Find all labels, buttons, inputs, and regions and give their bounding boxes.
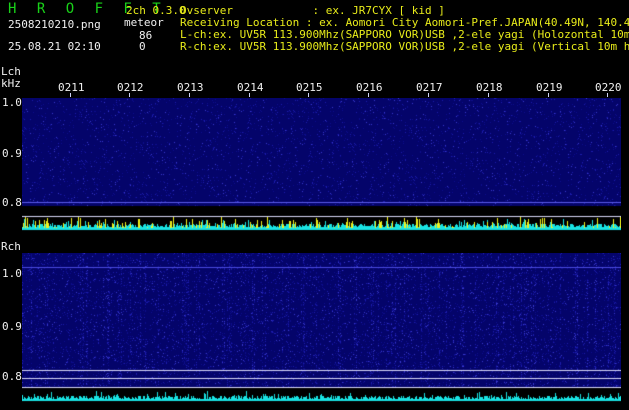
app-version: 2ch 0.3.0 (126, 4, 186, 17)
lch-spectrogram-canvas (22, 98, 621, 231)
observer-line: Ovserver : ex. JR7CYX [ kid ] (180, 4, 445, 17)
time-tick: 0220 (595, 81, 622, 94)
time-tick: 0216 (356, 81, 383, 94)
lch-label: Lch (1, 65, 21, 78)
khz-label: kHz (1, 77, 21, 90)
lch-freq-tick: 1.0 (2, 96, 22, 109)
time-tick: 0219 (536, 81, 563, 94)
time-tick-mark (428, 93, 429, 97)
rch-label: Rch (1, 240, 21, 253)
lch-spectrogram (22, 98, 621, 231)
time-tick-mark (548, 93, 549, 97)
rch-receiver-line: R-ch:ex. UV5R 113.900Mhz(SAPPORO VOR)USB… (180, 41, 629, 52)
time-tick-mark (70, 93, 71, 97)
time-tick: 0212 (117, 81, 144, 94)
rch-spectrogram-canvas (22, 253, 621, 404)
time-tick-mark (368, 93, 369, 97)
lch-freq-tick: 0.8 (2, 196, 22, 209)
time-tick: 0217 (416, 81, 443, 94)
time-tick: 0218 (476, 81, 503, 94)
time-tick-mark (189, 93, 190, 97)
time-tick-mark (249, 93, 250, 97)
time-tick-mark (129, 93, 130, 97)
rch-spectrogram (22, 253, 621, 404)
time-tick-mark (308, 93, 309, 97)
capture-datetime: 25.08.21 02:10 (8, 40, 101, 53)
image-filename: 2508210210.png (8, 18, 101, 31)
meteor-label: meteor (124, 16, 164, 29)
location-line: Receiving Location : ex. Aomori City Aom… (180, 16, 629, 29)
time-tick: 0214 (237, 81, 264, 94)
rch-freq-tick: 0.9 (2, 320, 22, 333)
rch-meteor-count: 0 (139, 40, 146, 53)
lch-freq-tick: 0.9 (2, 147, 22, 160)
time-tick: 0211 (58, 81, 85, 94)
time-tick: 0213 (177, 81, 204, 94)
time-tick-mark (607, 93, 608, 97)
time-tick: 0215 (296, 81, 323, 94)
rch-freq-tick: 0.8 (2, 370, 22, 383)
time-tick-mark (488, 93, 489, 97)
rch-freq-tick: 1.0 (2, 267, 22, 280)
lch-receiver-line: L-ch:ex. UV5R 113.900Mhz(SAPPORO VOR)USB… (180, 29, 629, 40)
